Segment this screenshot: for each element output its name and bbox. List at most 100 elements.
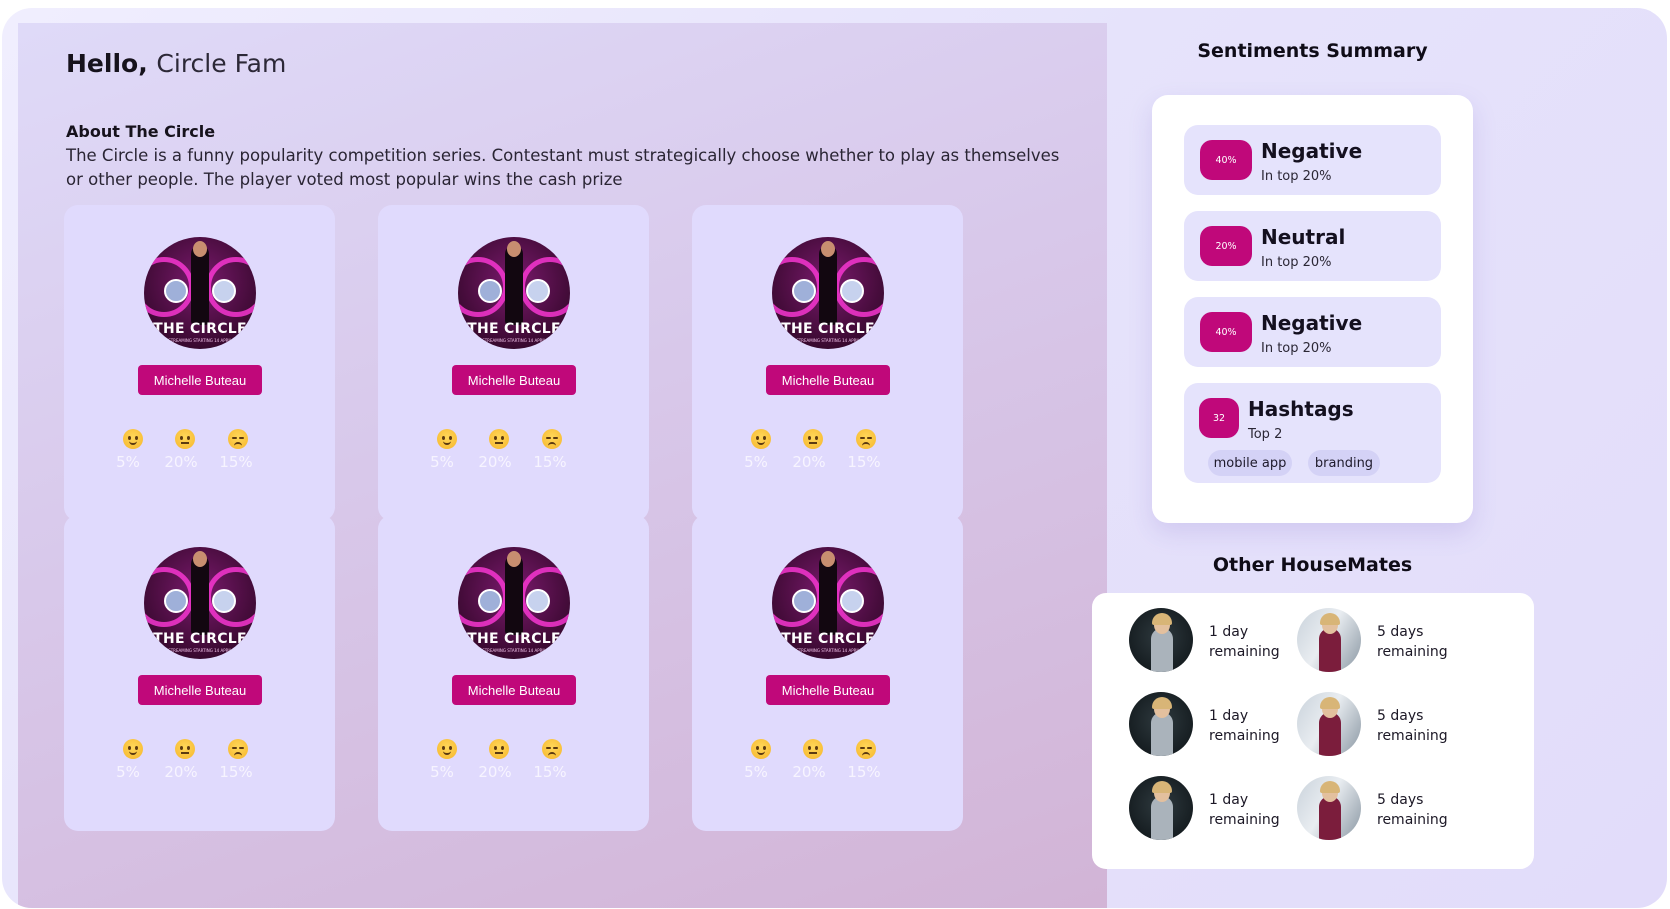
contestant-card[interactable]: THE CIRCLE STREAMING STARTING 14 APRIL Mic…	[64, 515, 335, 831]
housemate-item[interactable]: 1 day remaining	[1129, 608, 1299, 674]
contestant-card[interactable]: THE CIRCLE STREAMING STARTING 14 APRIL Mic…	[378, 515, 649, 831]
sentiment-item[interactable]: 40% Negative In top 20%	[1184, 125, 1441, 195]
about-title: About The Circle	[66, 122, 216, 141]
sentiment-percentage: 20%	[792, 763, 826, 781]
sentiment-percentage: 15%	[533, 453, 567, 471]
housemate-remaining: 1 day remaining	[1209, 706, 1299, 746]
remaining-label: remaining	[1377, 812, 1448, 828]
greeting: Hello, Circle Fam	[66, 49, 286, 78]
sentiment-percentage: 5%	[116, 763, 140, 781]
hashtag-chip[interactable]: branding	[1308, 450, 1380, 476]
poster-subtitle: STREAMING STARTING 14 APRIL	[482, 338, 546, 343]
unamused-face-icon	[228, 739, 248, 759]
housemate-remaining: 1 day remaining	[1209, 790, 1299, 830]
sentiment-sub: In top 20%	[1261, 341, 1332, 356]
sentiment-percentage: 15%	[847, 763, 881, 781]
contestant-name-button[interactable]: Michelle Buteau	[452, 365, 576, 395]
remaining-count: 1 day	[1209, 708, 1249, 724]
sentiment-sub: In top 20%	[1261, 169, 1332, 184]
unamused-face-icon	[856, 429, 876, 449]
contestant-name-button[interactable]: Michelle Buteau	[766, 365, 890, 395]
remaining-label: remaining	[1209, 644, 1280, 660]
sentiment-badge: 40%	[1200, 140, 1252, 180]
avatar[interactable]	[1129, 776, 1193, 840]
show-poster-image: THE CIRCLE STREAMING STARTING 14 APRIL	[772, 547, 884, 659]
sentiment-percentage: 20%	[164, 763, 198, 781]
avatar[interactable]	[1129, 692, 1193, 756]
poster-subtitle: STREAMING STARTING 14 APRIL	[796, 338, 860, 343]
contestant-card[interactable]: THE CIRCLE STREAMING STARTING 14 APRIL Mic…	[64, 205, 335, 521]
slightly-smiling-face-icon	[437, 739, 457, 759]
remaining-count: 1 day	[1209, 624, 1249, 640]
sentiment-percentage: 15%	[219, 453, 253, 471]
sentiment-label: Negative	[1261, 139, 1363, 163]
hashtag-chip[interactable]: mobile app	[1208, 450, 1292, 476]
remaining-count: 5 days	[1377, 624, 1424, 640]
greeting-hello: Hello,	[66, 49, 148, 78]
sentiment-percentage: 20%	[478, 763, 512, 781]
contestant-card[interactable]: THE CIRCLE STREAMING STARTING 14 APRIL Mic…	[378, 205, 649, 521]
sentiment-item[interactable]: 40% Negative In top 20%	[1184, 297, 1441, 367]
neutral-face-icon	[175, 739, 195, 759]
contestant-name-button[interactable]: Michelle Buteau	[452, 675, 576, 705]
sentiment-label: Neutral	[1261, 225, 1346, 249]
neutral-face-icon	[803, 739, 823, 759]
sentiment-percentage: 5%	[116, 453, 140, 471]
neutral-face-icon	[489, 739, 509, 759]
show-poster-image: THE CIRCLE STREAMING STARTING 14 APRIL	[144, 547, 256, 659]
housemate-remaining: 5 days remaining	[1377, 790, 1467, 830]
show-poster-image: THE CIRCLE STREAMING STARTING 14 APRIL	[144, 237, 256, 349]
contestant-card[interactable]: THE CIRCLE STREAMING STARTING 14 APRIL Mic…	[692, 515, 963, 831]
poster-subtitle: STREAMING STARTING 14 APRIL	[168, 648, 232, 653]
hashtags-item[interactable]: 32 Hashtags Top 2 mobile app branding	[1184, 383, 1441, 483]
app-frame: Hello, Circle Fam About The Circle The C…	[2, 8, 1667, 908]
remaining-label: remaining	[1377, 644, 1448, 660]
show-poster-image: THE CIRCLE STREAMING STARTING 14 APRIL	[772, 237, 884, 349]
slightly-smiling-face-icon	[751, 429, 771, 449]
contestant-name-button[interactable]: Michelle Buteau	[138, 675, 262, 705]
housemate-item[interactable]: 1 day remaining	[1129, 776, 1299, 842]
show-poster-image: THE CIRCLE STREAMING STARTING 14 APRIL	[458, 237, 570, 349]
sentiment-percentage: 5%	[744, 453, 768, 471]
neutral-face-icon	[175, 429, 195, 449]
sentiments-title: Sentiments Summary	[1197, 40, 1428, 62]
housemate-item[interactable]: 5 days remaining	[1297, 692, 1467, 758]
housemate-item[interactable]: 5 days remaining	[1297, 608, 1467, 674]
hashtags-sub: Top 2	[1248, 427, 1283, 442]
housemate-remaining: 1 day remaining	[1209, 622, 1299, 662]
unamused-face-icon	[228, 429, 248, 449]
sentiment-percentage: 20%	[478, 453, 512, 471]
sentiment-percentage: 15%	[533, 763, 567, 781]
housemate-remaining: 5 days remaining	[1377, 622, 1467, 662]
remaining-label: remaining	[1209, 812, 1280, 828]
sentiment-percentage: 15%	[847, 453, 881, 471]
avatar[interactable]	[1297, 608, 1361, 672]
sentiment-item[interactable]: 20% Neutral In top 20%	[1184, 211, 1441, 281]
poster-title: THE CIRCLE	[467, 321, 561, 337]
remaining-count: 5 days	[1377, 708, 1424, 724]
housemate-item[interactable]: 5 days remaining	[1297, 776, 1467, 842]
unamused-face-icon	[542, 429, 562, 449]
about-text: The Circle is a funny popularity competi…	[66, 146, 1060, 189]
poster-title: THE CIRCLE	[153, 321, 247, 337]
contestant-name-button[interactable]: Michelle Buteau	[766, 675, 890, 705]
contestant-card[interactable]: THE CIRCLE STREAMING STARTING 14 APRIL Mic…	[692, 205, 963, 521]
poster-title: THE CIRCLE	[467, 631, 561, 647]
contestant-name-button[interactable]: Michelle Buteau	[138, 365, 262, 395]
remaining-count: 5 days	[1377, 792, 1424, 808]
avatar[interactable]	[1129, 608, 1193, 672]
neutral-face-icon	[489, 429, 509, 449]
sentiment-badge: 20%	[1200, 226, 1252, 266]
housemates-title: Other HouseMates	[1212, 554, 1413, 576]
sentiment-percentage: 5%	[430, 453, 454, 471]
remaining-count: 1 day	[1209, 792, 1249, 808]
poster-subtitle: STREAMING STARTING 14 APRIL	[796, 648, 860, 653]
avatar[interactable]	[1297, 692, 1361, 756]
housemates-panel: 1 day remaining 5 days remaining 1 day remain…	[1092, 593, 1534, 869]
sentiment-label: Negative	[1261, 311, 1363, 335]
show-poster-image: THE CIRCLE STREAMING STARTING 14 APRIL	[458, 547, 570, 659]
housemate-item[interactable]: 1 day remaining	[1129, 692, 1299, 758]
sentiment-percentage: 20%	[164, 453, 198, 471]
avatar[interactable]	[1297, 776, 1361, 840]
unamused-face-icon	[856, 739, 876, 759]
